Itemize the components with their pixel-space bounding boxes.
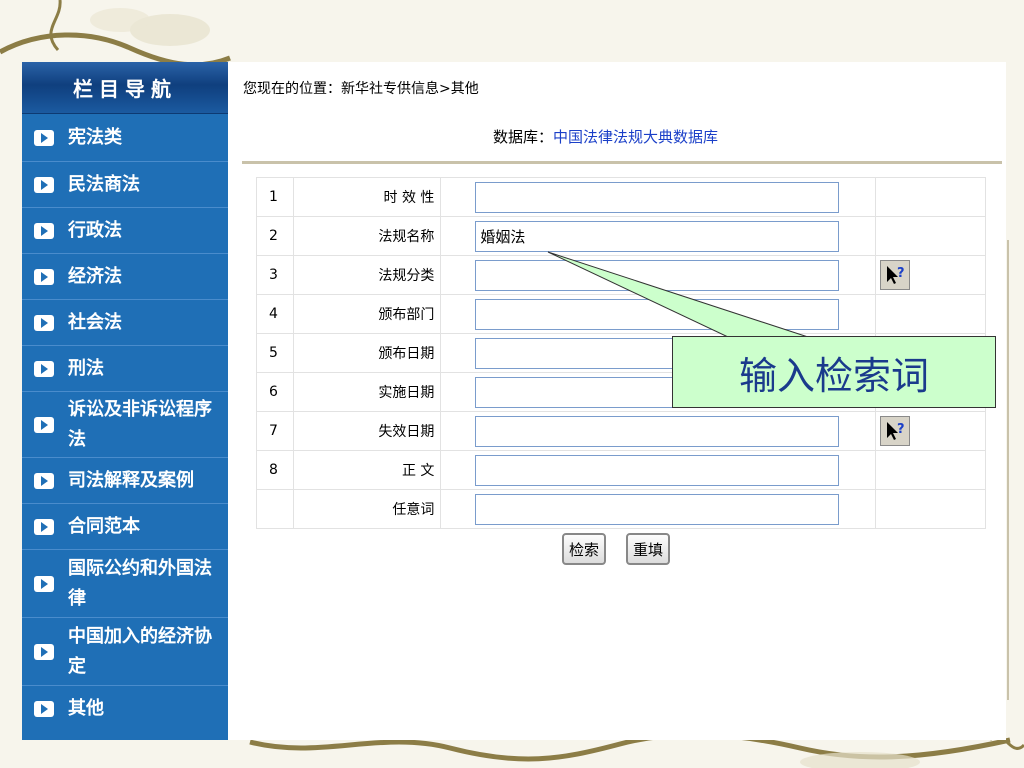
- sidebar-item-label: 司法解释及案例: [68, 469, 194, 491]
- table-row: 3 法规分类 ?: [256, 255, 986, 295]
- field-label: 颁布部门: [292, 294, 442, 334]
- table-row: 8 正 文: [256, 450, 986, 490]
- sidebar-item-label: 合同范本: [68, 515, 140, 537]
- row-number: [256, 489, 294, 529]
- row-number: 6: [256, 372, 294, 412]
- field-label: 法规分类: [292, 255, 442, 295]
- sidebar-item-label: 行政法: [68, 219, 122, 241]
- validity-input[interactable]: [475, 181, 840, 213]
- row-number: 5: [256, 333, 294, 373]
- arrow-bullet-icon: [34, 222, 54, 239]
- table-row: 7 失效日期 ?: [256, 411, 986, 451]
- sidebar-item-label: 经济法: [68, 265, 122, 287]
- arrow-bullet-icon: [34, 129, 54, 146]
- breadcrumb: 您现在的位置：新华社专供信息>其他: [243, 81, 479, 97]
- sidebar-item-label: 中国加入的经济协定: [68, 625, 212, 677]
- arrow-bullet-icon: [34, 268, 54, 285]
- full-text-input[interactable]: [475, 454, 840, 486]
- expiry-date-input[interactable]: [475, 415, 840, 447]
- row-number: 8: [256, 450, 294, 490]
- table-row: 任意词: [256, 489, 986, 529]
- divider: [242, 161, 1002, 164]
- sidebar-item-other[interactable]: 其他: [22, 686, 228, 732]
- arrow-bullet-icon: [34, 518, 54, 535]
- table-row: 2 法规名称: [256, 216, 986, 256]
- database-line: 数据库：中国法律法规大典数据库: [493, 126, 718, 147]
- sidebar-item-label: 其他: [68, 698, 104, 719]
- row-number: 4: [256, 294, 294, 334]
- field-label: 任意词: [292, 489, 442, 529]
- sidebar-item-label: 宪法类: [68, 126, 122, 148]
- row-number: 1: [256, 177, 294, 217]
- field-label: 法规名称: [292, 216, 442, 256]
- sidebar-item-label: 国际公约和外国法律: [68, 557, 212, 609]
- field-label: 实施日期: [292, 372, 442, 412]
- form-buttons: 检索 重填: [562, 533, 671, 565]
- arrow-bullet-icon: [34, 360, 54, 377]
- sidebar-item-criminal[interactable]: 刑法: [22, 346, 228, 392]
- field-label: 正 文: [292, 450, 442, 490]
- sidebar-item-administrative[interactable]: 行政法: [22, 208, 228, 254]
- svg-text:?: ?: [897, 266, 905, 281]
- sidebar-item-civil-commercial[interactable]: 民法商法: [22, 162, 228, 208]
- arrow-bullet-icon: [34, 472, 54, 489]
- table-row: 4 颁布部门: [256, 294, 986, 334]
- arrow-bullet-icon: [34, 701, 54, 717]
- any-word-input[interactable]: [475, 493, 840, 525]
- issuing-department-input[interactable]: [475, 298, 840, 330]
- database-name[interactable]: 中国法律法规大典数据库: [553, 128, 718, 146]
- search-button[interactable]: 检索: [562, 533, 607, 565]
- field-label: 颁布日期: [292, 333, 442, 373]
- sidebar-item-label: 社会法: [68, 311, 122, 333]
- arrow-bullet-icon: [34, 575, 54, 592]
- cursor-help-icon[interactable]: ?: [880, 260, 911, 290]
- callout-annotation: 输入检索词: [672, 336, 996, 408]
- row-number: 3: [256, 255, 294, 295]
- sidebar-item-litigation[interactable]: 诉讼及非诉讼程序法: [22, 392, 228, 458]
- sidebar-item-international-law[interactable]: 国际公约和外国法律: [22, 550, 228, 618]
- row-number: 2: [256, 216, 294, 256]
- table-row: 1 时 效 性: [256, 177, 986, 217]
- sidebar-item-label: 民法商法: [68, 173, 140, 195]
- field-label: 失效日期: [292, 411, 442, 451]
- cursor-help-icon[interactable]: ?: [880, 416, 911, 446]
- database-prefix: 数据库：: [493, 128, 554, 146]
- sidebar-item-label: 诉讼及非诉讼程序法: [68, 398, 212, 450]
- svg-text:?: ?: [897, 422, 905, 437]
- sidebar-item-constitution[interactable]: 宪法类: [22, 114, 228, 162]
- sidebar-item-economic[interactable]: 经济法: [22, 254, 228, 300]
- arrow-bullet-icon: [34, 416, 54, 433]
- sidebar-item-social[interactable]: 社会法: [22, 300, 228, 346]
- regulation-name-input[interactable]: [475, 220, 840, 252]
- arrow-bullet-icon: [34, 314, 54, 331]
- reset-button[interactable]: 重填: [626, 533, 671, 565]
- sidebar-title: 栏目导航: [22, 62, 228, 114]
- sidebar-item-judicial-interpretation[interactable]: 司法解释及案例: [22, 458, 228, 504]
- sidebar-item-label: 刑法: [68, 357, 104, 379]
- arrow-bullet-icon: [34, 176, 54, 193]
- regulation-category-input[interactable]: [475, 259, 840, 291]
- row-number: 7: [256, 411, 294, 451]
- field-label: 时 效 性: [292, 177, 442, 217]
- sidebar-item-economic-agreements[interactable]: 中国加入的经济协定: [22, 618, 228, 686]
- sidebar-item-contract-templates[interactable]: 合同范本: [22, 504, 228, 550]
- arrow-bullet-icon: [34, 643, 54, 660]
- sidebar-nav: 栏目导航 宪法类 民法商法 行政法 经济法 社会法 刑法 诉讼及非诉讼程序法 司…: [22, 62, 228, 740]
